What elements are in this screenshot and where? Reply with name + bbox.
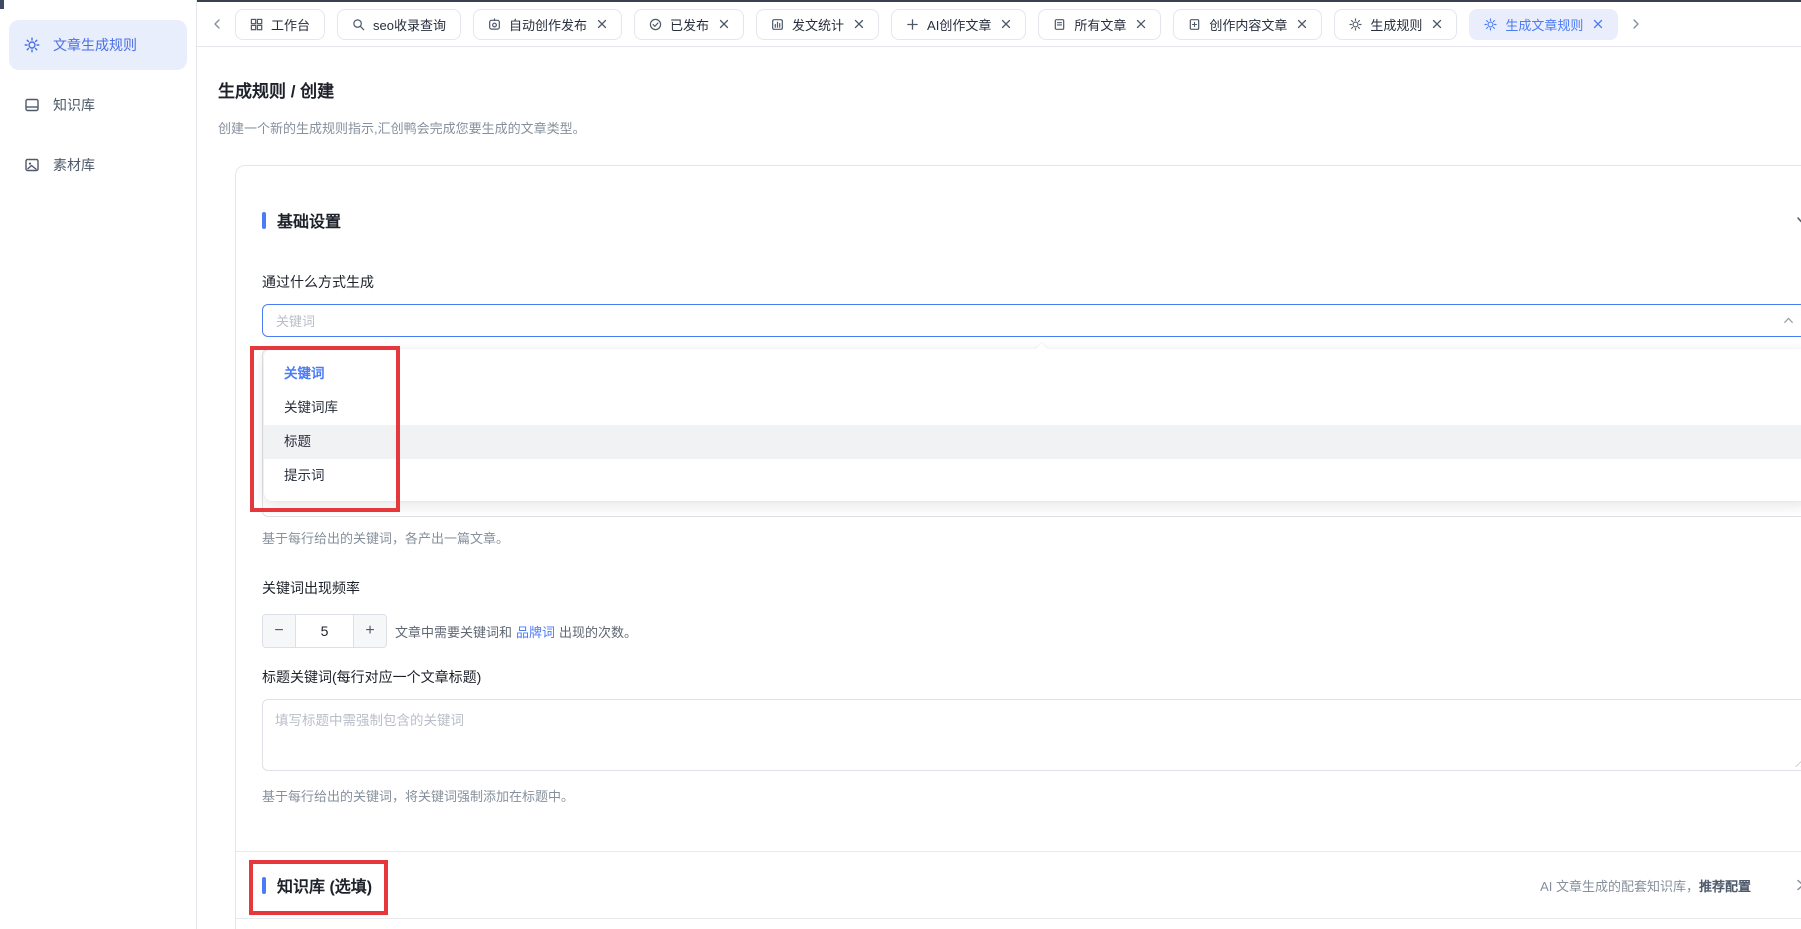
tab-close-icon[interactable] xyxy=(597,19,607,29)
title-keywords-help: 基于每行给出的关键词，将关键词强制添加在标题中。 xyxy=(262,786,1801,805)
page-subtitle: 创建一个新的生成规则指示,汇创鸭会完成您要生成的文章类型。 xyxy=(218,118,1801,137)
tab-scroll-left-icon[interactable] xyxy=(211,18,223,30)
tab-close-icon[interactable] xyxy=(719,19,729,29)
page-title: 生成规则 / 创建 xyxy=(218,77,1801,102)
images-section-row[interactable]: 配图 缩略图及文中配图 xyxy=(262,919,1801,929)
meta-text: AI 文章生成的配套知识库， xyxy=(1540,876,1699,895)
meta-bold-text: 推荐配置 xyxy=(1699,876,1751,895)
section-title-text: 知识库 (选填) xyxy=(277,873,372,897)
tab-label: 已发布 xyxy=(670,15,709,34)
main-area: 工作台 seo收录查询 自动创作发布 已发 xyxy=(197,0,1801,929)
sidebar-item-label: 文章生成规则 xyxy=(53,35,137,55)
stepper-plus-button[interactable]: + xyxy=(353,615,386,647)
tab-auto-publish[interactable]: 自动创作发布 xyxy=(473,9,622,40)
caption-after: 出现的次数。 xyxy=(559,625,637,640)
image-icon xyxy=(24,157,40,173)
tab-label: 工作台 xyxy=(271,15,310,34)
file-plus-icon xyxy=(1188,18,1201,31)
generation-method-dropdown: 关键词 关键词库 标题 提示词 xyxy=(264,349,1801,501)
tab-label: 发文统计 xyxy=(792,15,844,34)
sidebar-item-material-library[interactable]: 素材库 xyxy=(9,140,187,190)
tab-scroll-right-icon[interactable] xyxy=(1630,18,1642,30)
basic-settings-title: 基础设置 xyxy=(262,208,341,232)
tab-label: 自动创作发布 xyxy=(509,15,587,34)
sidebar-item-article-rules[interactable]: 文章生成规则 xyxy=(9,20,187,70)
document-icon xyxy=(1053,18,1066,31)
tab-close-icon[interactable] xyxy=(1432,19,1442,29)
grid-icon xyxy=(250,18,263,31)
stepper-value[interactable]: 5 xyxy=(296,615,353,647)
generation-method-select[interactable]: 关键词 xyxy=(262,304,1801,337)
tab-all-articles[interactable]: 所有文章 xyxy=(1038,9,1161,40)
section-accent-bar xyxy=(262,877,266,894)
basic-settings-header: 基础设置 xyxy=(262,208,1801,232)
library-icon xyxy=(24,97,40,113)
tab-label: 生成规则 xyxy=(1370,15,1422,34)
sidebar-item-label: 素材库 xyxy=(53,155,95,175)
chevron-up-icon xyxy=(1782,314,1795,327)
chevron-right-icon[interactable] xyxy=(1793,878,1801,892)
section-accent-bar xyxy=(262,212,266,229)
tab-bar: 工作台 seo收录查询 自动创作发布 已发 xyxy=(197,2,1801,47)
tab-close-icon[interactable] xyxy=(1593,19,1603,29)
page-content: 生成规则 / 创建 创建一个新的生成规则指示,汇创鸭会完成您要生成的文章类型。 … xyxy=(197,47,1801,929)
tab-create-content-article[interactable]: 创作内容文章 xyxy=(1173,9,1322,40)
sidebar-item-label: 知识库 xyxy=(53,95,95,115)
knowledge-base-title: 知识库 (选填) xyxy=(262,873,372,897)
search-icon xyxy=(352,18,365,31)
knowledge-base-meta: AI 文章生成的配套知识库，推荐配置 xyxy=(1540,876,1801,895)
tab-close-icon[interactable] xyxy=(1136,19,1146,29)
tab-published[interactable]: 已发布 xyxy=(634,9,744,40)
tab-label: 所有文章 xyxy=(1074,15,1126,34)
method-help-text: 基于每行给出的关键词，各产出一篇文章。 xyxy=(262,528,1801,547)
bar-chart-icon xyxy=(771,18,784,31)
dropdown-option-prompt[interactable]: 提示词 xyxy=(264,459,1801,493)
title-keywords-textarea[interactable] xyxy=(262,699,1801,771)
generation-method-label: 通过什么方式生成 xyxy=(262,272,1801,292)
dropdown-option-keyword[interactable]: 关键词 xyxy=(264,357,1801,391)
tab-workbench[interactable]: 工作台 xyxy=(235,9,325,40)
dropdown-option-title[interactable]: 标题 xyxy=(264,425,1801,459)
frequency-caption: 文章中需要关键词和品牌词出现的次数。 xyxy=(395,622,637,641)
generation-method-field: 关键词 关键词 关键词库 标题 提示词 xyxy=(262,304,1801,517)
tab-post-stats[interactable]: 发文统计 xyxy=(756,9,879,40)
dropdown-notch xyxy=(1035,343,1048,356)
tab-label: seo收录查询 xyxy=(373,15,446,34)
collapse-chevron-down-icon[interactable] xyxy=(1795,213,1801,227)
stepper-minus-button[interactable]: − xyxy=(263,615,296,647)
keyword-frequency-row: − 5 + 文章中需要关键词和品牌词出现的次数。 xyxy=(262,614,1801,648)
keyword-frequency-label: 关键词出现频率 xyxy=(262,578,1801,598)
tab-ai-create-article[interactable]: AI创作文章 xyxy=(891,9,1026,40)
auto-publish-icon xyxy=(488,18,501,31)
tab-label: 生成文章规则 xyxy=(1505,15,1583,34)
tab-generation-rules[interactable]: 生成规则 xyxy=(1334,9,1457,40)
window-edge-artifact xyxy=(0,0,4,9)
sidebar-item-knowledge-base[interactable]: 知识库 xyxy=(9,80,187,130)
section-title-text: 基础设置 xyxy=(277,208,341,232)
rule-form-card: 基础设置 通过什么方式生成 关键词 xyxy=(235,165,1801,929)
caption-before: 文章中需要关键词和 xyxy=(395,625,512,640)
tab-close-icon[interactable] xyxy=(1297,19,1307,29)
sidebar: 文章生成规则 知识库 素材库 xyxy=(0,0,197,929)
tab-seo-query[interactable]: seo收录查询 xyxy=(337,9,461,40)
brand-words-link[interactable]: 品牌词 xyxy=(516,625,555,640)
tab-generation-article-rules[interactable]: 生成文章规则 xyxy=(1469,9,1618,40)
gear-icon xyxy=(1484,18,1497,31)
tab-close-icon[interactable] xyxy=(854,19,864,29)
check-circle-icon xyxy=(649,18,662,31)
knowledge-base-section-row[interactable]: 知识库 (选填) AI 文章生成的配套知识库，推荐配置 xyxy=(262,852,1801,918)
gear-icon xyxy=(1349,18,1362,31)
title-keywords-label: 标题关键词(每行对应一个文章标题) xyxy=(262,667,1801,687)
tab-label: 创作内容文章 xyxy=(1209,15,1287,34)
select-value: 关键词 xyxy=(276,311,315,330)
plus-icon xyxy=(906,18,919,31)
tab-label: AI创作文章 xyxy=(927,15,991,34)
title-keywords-field xyxy=(262,699,1801,771)
gear-icon xyxy=(24,37,40,53)
dropdown-option-keyword-library[interactable]: 关键词库 xyxy=(264,391,1801,425)
tab-close-icon[interactable] xyxy=(1001,19,1011,29)
frequency-stepper: − 5 + xyxy=(262,614,387,648)
